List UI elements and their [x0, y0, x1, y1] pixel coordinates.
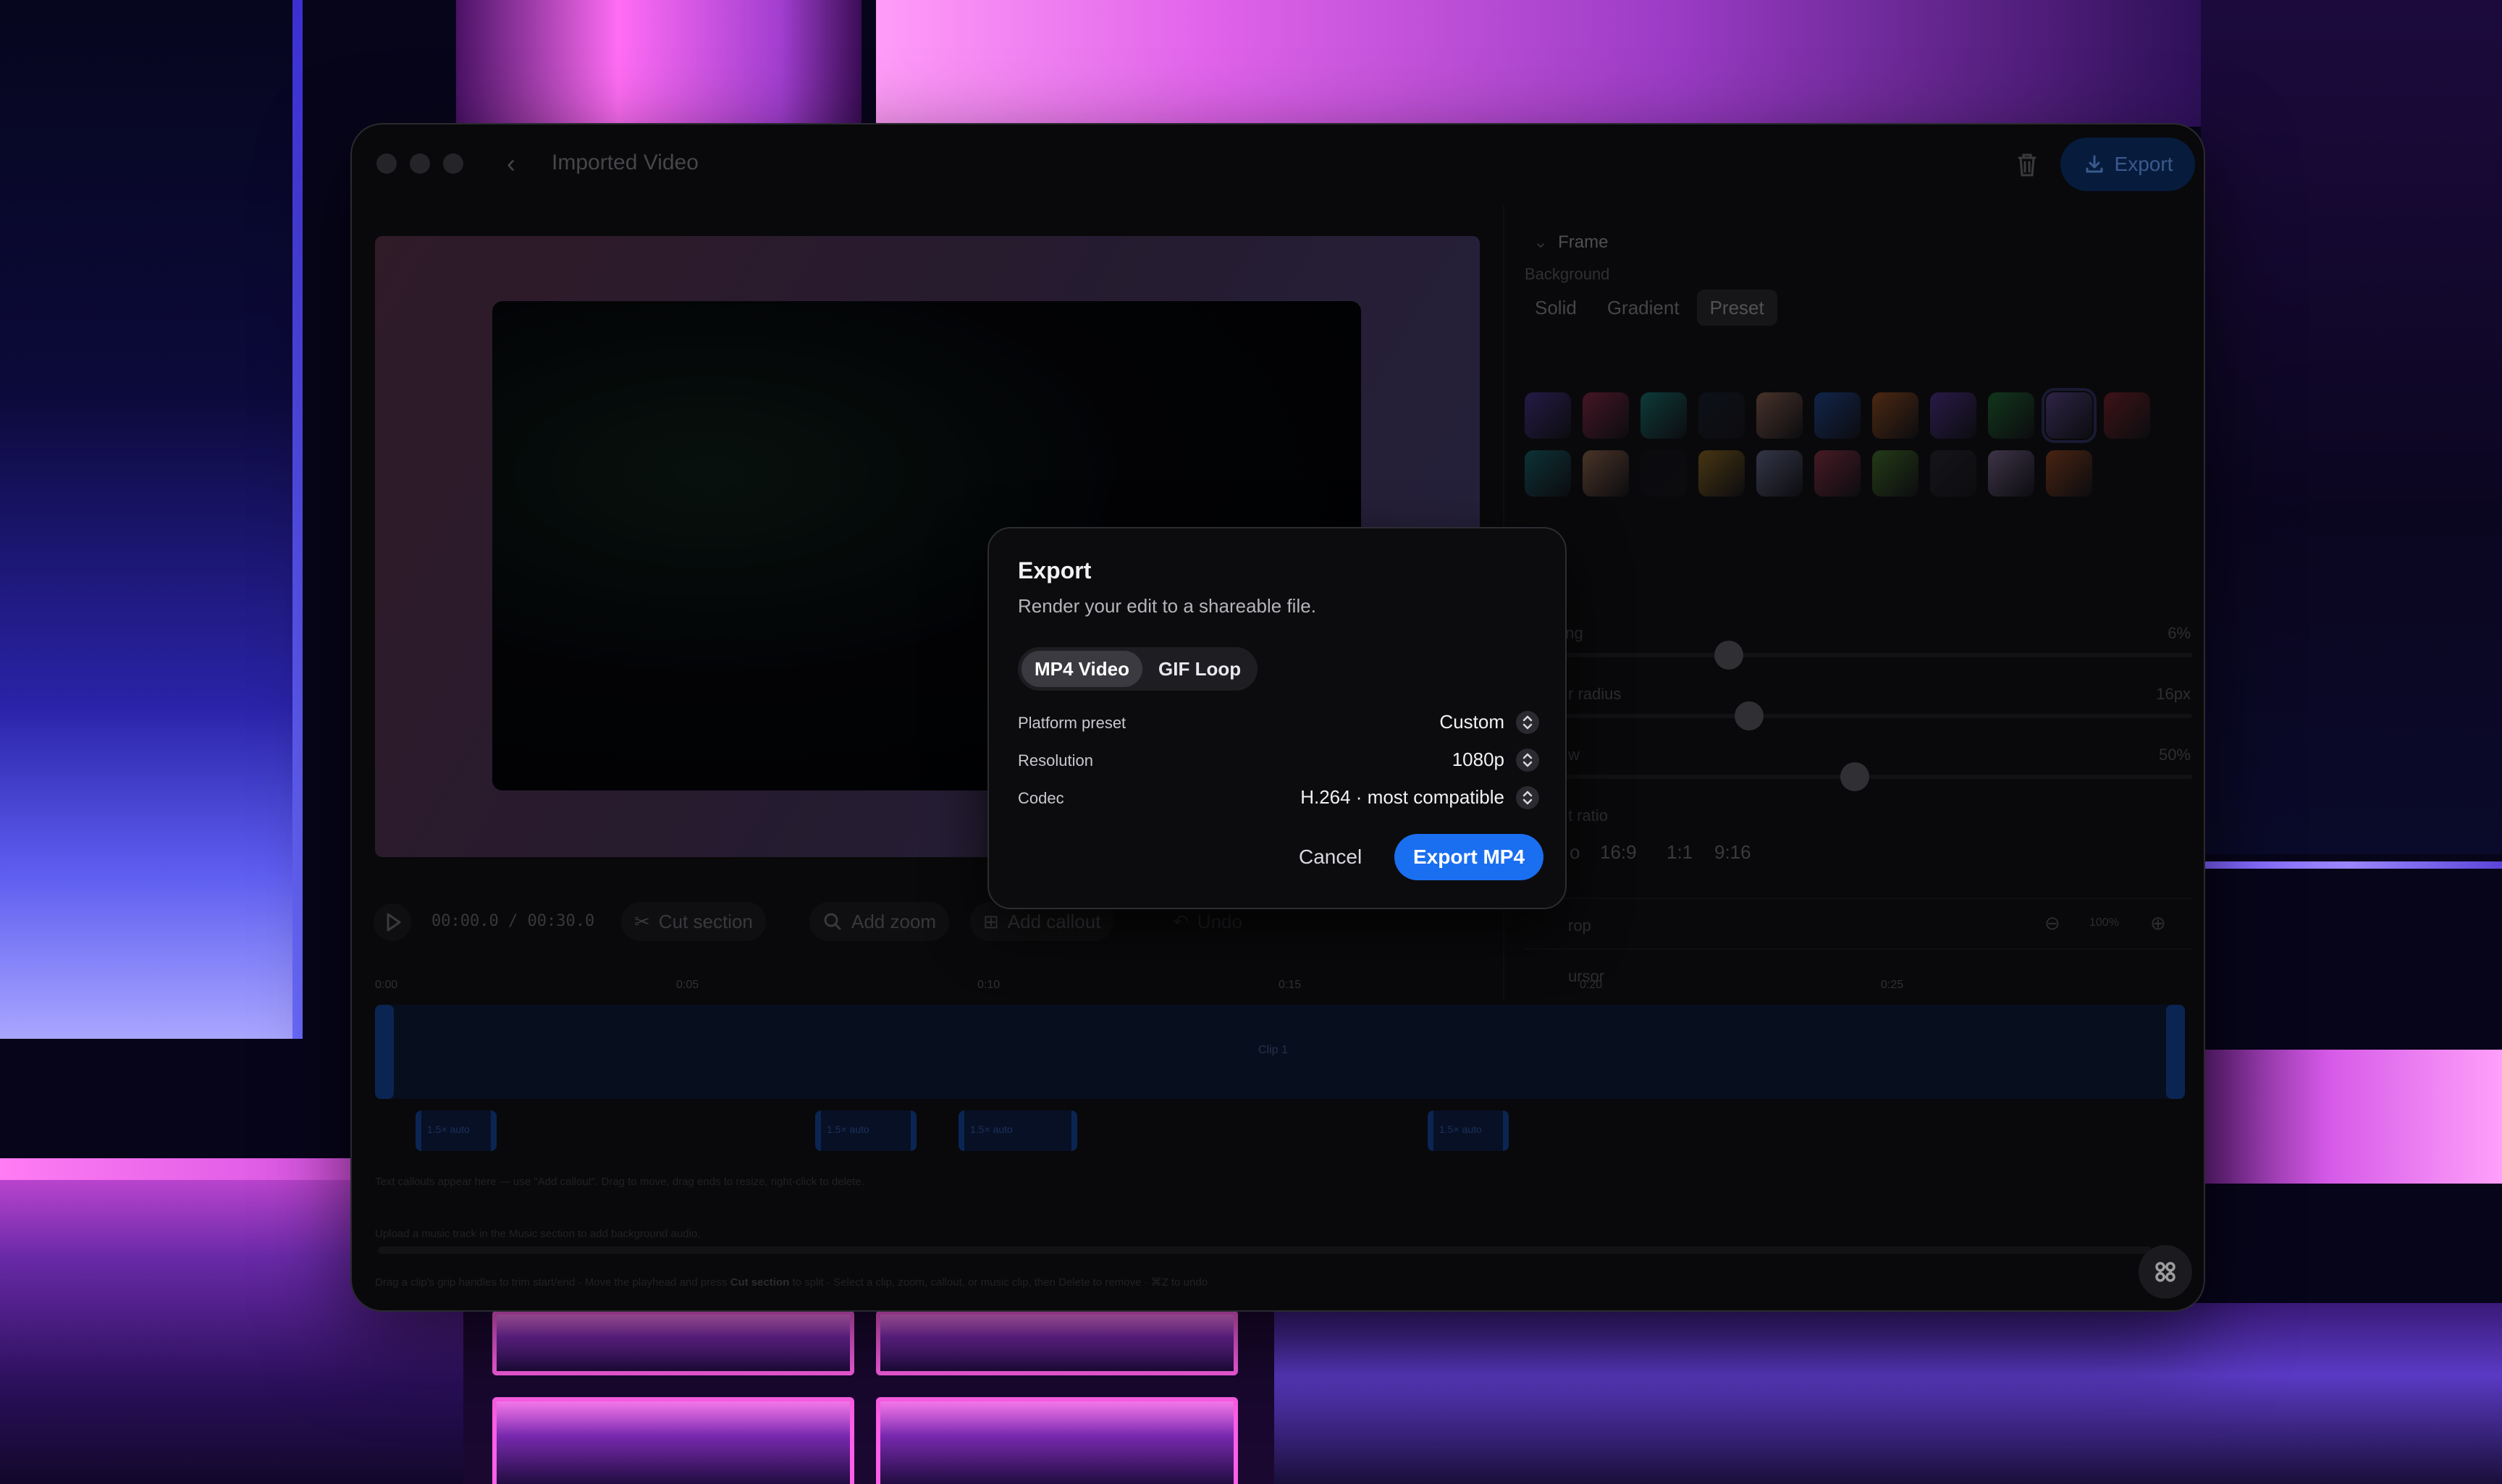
wallpaper-left-panel [0, 0, 303, 1039]
wallpaper-top-glow-b [876, 0, 2215, 127]
wallpaper-right-band [2194, 861, 2502, 869]
cancel-button[interactable]: Cancel [1287, 835, 1373, 879]
wallpaper-right-glow [2157, 1050, 2502, 1184]
wallpaper-top-glow-a [456, 0, 862, 127]
platform-preset-label: Platform preset [1018, 714, 1126, 732]
updown-chevron-icon[interactable] [1516, 711, 1539, 734]
wallpaper-cell [492, 1397, 854, 1484]
codec-row[interactable]: Codec H.264 · most compatible [1018, 783, 1542, 812]
updown-chevron-icon[interactable] [1516, 786, 1539, 809]
wallpaper-right-floor [1274, 1303, 2502, 1484]
wallpaper-cell [492, 1310, 854, 1375]
resolution-value[interactable]: 1080p [1452, 749, 1504, 771]
wallpaper-right-top [2201, 0, 2502, 854]
resolution-row[interactable]: Resolution 1080p [1018, 746, 1542, 775]
resolution-label: Resolution [1018, 751, 1093, 770]
dialog-title: Export [1018, 557, 1092, 583]
format-toggle: MP4 Video GIF Loop [1018, 647, 1258, 691]
dialog-subtitle: Render your edit to a shareable file. [1018, 595, 1316, 617]
format-mp4-option[interactable]: MP4 Video [1022, 651, 1143, 687]
wallpaper-bottom-cells [463, 1303, 1274, 1484]
updown-chevron-icon[interactable] [1516, 749, 1539, 772]
export-dialog: Export Render your edit to a shareable f… [987, 527, 1567, 909]
wallpaper-cell [876, 1397, 1238, 1484]
format-gif-option[interactable]: GIF Loop [1145, 651, 1254, 687]
codec-value[interactable]: H.264 · most compatible [1300, 786, 1504, 809]
wallpaper-cell [876, 1310, 1238, 1375]
platform-preset-value[interactable]: Custom [1439, 711, 1504, 733]
export-mp4-button[interactable]: Export MP4 [1394, 834, 1544, 880]
codec-label: Codec [1018, 789, 1064, 807]
platform-preset-row[interactable]: Platform preset Custom [1018, 708, 1542, 737]
